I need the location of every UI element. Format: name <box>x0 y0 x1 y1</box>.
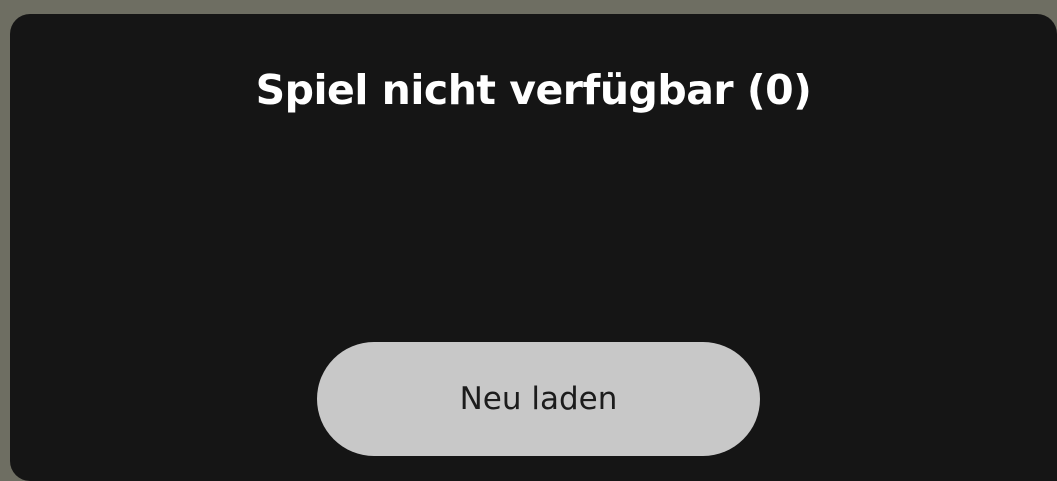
error-dialog: Spiel nicht verfügbar (0) Neu laden <box>10 14 1057 481</box>
dialog-title: Spiel nicht verfügbar (0) <box>255 66 812 114</box>
reload-button[interactable]: Neu laden <box>317 342 760 456</box>
